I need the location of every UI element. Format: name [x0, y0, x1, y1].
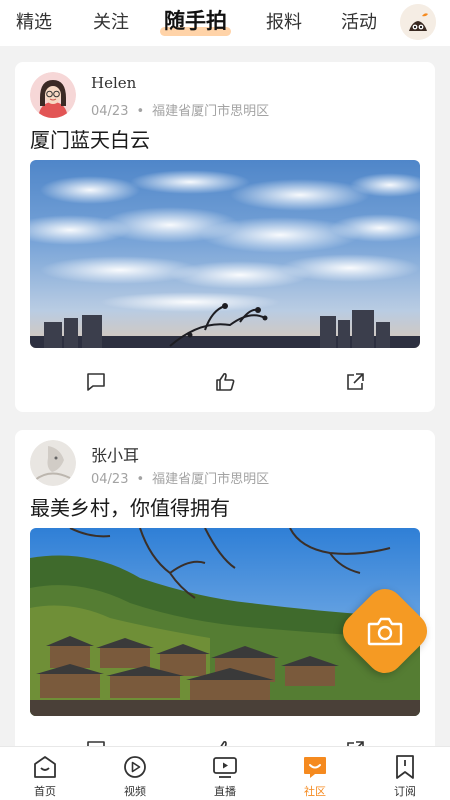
comment-icon[interactable] [85, 371, 107, 393]
comment-icon[interactable] [85, 739, 107, 746]
post-card[interactable]: 张小耳 04/23 • 福建省厦门市思明区 最美乡村，你值得拥有 [15, 430, 435, 746]
post-title[interactable]: 最美乡村，你值得拥有 [30, 492, 230, 521]
author-avatar[interactable] [30, 440, 76, 486]
nav-video[interactable]: 视频 [105, 753, 165, 799]
post-location: 福建省厦门市思明区 [152, 104, 270, 119]
meta-separator: • [136, 472, 145, 487]
tab-events[interactable]: 活动 [341, 10, 377, 36]
post-title[interactable]: 厦门蓝天白云 [30, 124, 150, 153]
post-photo-sky[interactable] [30, 160, 420, 348]
share-icon[interactable] [344, 739, 366, 746]
camera-icon[interactable] [350, 596, 420, 666]
like-icon[interactable] [214, 739, 236, 746]
author-avatar[interactable] [30, 72, 76, 118]
post-location: 福建省厦门市思明区 [152, 472, 270, 487]
post-actions [15, 735, 435, 746]
nav-subscribe[interactable]: 订阅 [375, 753, 435, 799]
nav-community[interactable]: 社区 [285, 753, 345, 799]
tab-snapshots-label: 随手拍 [164, 9, 227, 33]
tab-snapshots[interactable]: 随手拍 [160, 8, 231, 36]
like-icon[interactable] [214, 371, 236, 393]
post-date: 04/23 [91, 104, 129, 119]
post-meta: 04/23 • 福建省厦门市思明区 [91, 100, 269, 119]
nav-community-label: 社区 [304, 785, 326, 798]
nav-home-label: 首页 [34, 785, 56, 798]
top-tab-bar: 精选 关注 随手拍 报料 活动 [0, 0, 450, 46]
user-avatar-icon[interactable] [400, 4, 436, 40]
bottom-nav: 首页 视频 直播 社区 订阅 [0, 746, 450, 800]
community-icon [304, 757, 326, 778]
share-icon[interactable] [344, 371, 366, 393]
nav-video-label: 视频 [124, 785, 146, 798]
tab-featured[interactable]: 精选 [16, 10, 52, 36]
post-meta: 04/23 • 福建省厦门市思明区 [91, 468, 269, 487]
bookmark-icon [396, 755, 414, 779]
post-date: 04/23 [91, 472, 129, 487]
play-icon [124, 756, 146, 778]
nav-home[interactable]: 首页 [15, 753, 75, 799]
author-name[interactable]: 张小耳 [91, 442, 139, 466]
meta-separator: • [136, 104, 145, 119]
tab-following[interactable]: 关注 [93, 10, 129, 36]
nav-subscribe-label: 订阅 [394, 785, 416, 798]
tv-icon [213, 757, 237, 778]
tab-report[interactable]: 报料 [266, 10, 302, 36]
nav-live-label: 直播 [214, 785, 236, 798]
home-icon [34, 756, 56, 778]
post-actions [15, 367, 435, 397]
post-card[interactable]: Helen 04/23 • 福建省厦门市思明区 厦门蓝天白云 [15, 62, 435, 412]
nav-live[interactable]: 直播 [195, 753, 255, 799]
author-name[interactable]: Helen [91, 74, 136, 92]
